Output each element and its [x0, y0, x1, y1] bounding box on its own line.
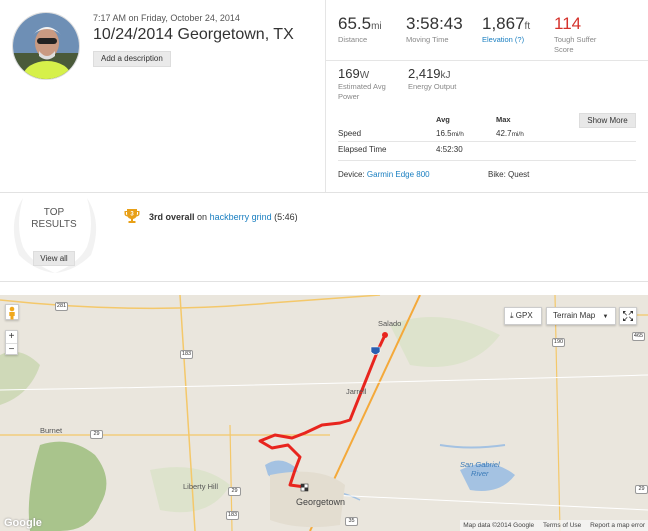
map-label-river: San Gabriel River: [460, 460, 500, 478]
col-max-header: Max: [496, 115, 511, 124]
add-description-button[interactable]: Add a description: [93, 51, 171, 67]
elapsed-time-label: Elapsed Time: [338, 145, 387, 154]
activity-title: 10/24/2014 Georgetown, TX: [93, 26, 294, 43]
stat-power: 169W Estimated Avg Power: [338, 66, 386, 101]
speed-max-value: 42.7: [496, 129, 512, 138]
suffer-score-value: 114: [554, 14, 582, 33]
map-label-burnet: Burnet: [40, 426, 63, 435]
road-shield-35: 35: [345, 517, 358, 526]
distance-unit: mi: [371, 21, 382, 32]
show-more-button[interactable]: Show More: [579, 113, 636, 128]
suffer-score-label-2: Score: [554, 45, 574, 54]
device-info: Device: Garmin Edge 800: [338, 170, 430, 179]
bike-value: Quest: [508, 170, 530, 179]
expand-icon: [623, 311, 633, 321]
bike-info: Bike: Quest: [488, 170, 529, 179]
device-link[interactable]: Garmin Edge 800: [367, 170, 430, 179]
street-view-pegman-icon[interactable]: [5, 304, 19, 320]
gpx-download-button[interactable]: ⤓ GPX: [504, 307, 542, 325]
stats-divider: [326, 60, 648, 61]
athlete-avatar[interactable]: [12, 12, 80, 80]
road-shield-465: 465: [632, 332, 645, 341]
map-label-georgetown: Georgetown: [296, 497, 346, 507]
river-label-1: San Gabriel: [460, 460, 500, 469]
zoom-control: + −: [5, 330, 18, 355]
download-icon: ⤓: [510, 311, 514, 320]
col-avg-header: Avg: [436, 115, 450, 124]
road-shield-183b: 183: [226, 511, 239, 520]
route-map[interactable]: Salado Jarrell Burnet Liberty Hill Georg…: [0, 295, 648, 531]
activity-datetime: 7:17 AM on Friday, October 24, 2014: [93, 13, 240, 23]
map-terrain: [0, 295, 648, 531]
fullscreen-button[interactable]: [619, 307, 637, 325]
top-result-rank: 3rd overall: [149, 212, 195, 222]
stat-distance: 65.5mi Distance: [338, 14, 382, 44]
terms-of-use-link[interactable]: Terms of Use: [543, 522, 581, 529]
table-bottom-divider: [338, 160, 636, 161]
chevron-down-icon: ▼: [602, 314, 609, 320]
view-all-button[interactable]: View all: [33, 251, 75, 266]
distance-value: 65.5: [338, 14, 372, 33]
map-label-liberty-hill: Liberty Hill: [183, 482, 219, 491]
river-label-2: River: [471, 469, 489, 478]
speed-max-unit: mi/h: [511, 131, 524, 138]
speed-label: Speed: [338, 129, 362, 138]
map-label-salado: Salado: [378, 319, 402, 328]
speed-max: 42.7mi/h: [496, 129, 524, 138]
header-divider: [325, 0, 326, 192]
elevation-unit: ft: [524, 21, 531, 32]
segment-link[interactable]: hackberry grind: [210, 212, 272, 222]
distance-label: Distance: [338, 35, 368, 44]
stat-elevation: 1,867ft Elevation (?): [482, 14, 530, 44]
stat-energy: 2,419kJ Energy Output: [408, 66, 456, 91]
map-type-label: Terrain Map: [553, 311, 596, 320]
report-map-error-link[interactable]: Report a map error: [590, 522, 645, 529]
bike-label: Bike:: [488, 170, 506, 179]
top-results-heading-2: RESULTS: [31, 219, 77, 230]
elevation-value: 1,867: [482, 14, 525, 33]
zoom-in-button[interactable]: +: [6, 331, 17, 343]
energy-unit: kJ: [440, 70, 451, 81]
trophy-icon: 3: [124, 209, 140, 223]
table-row-divider: [338, 141, 636, 142]
power-label-2: Power: [338, 92, 360, 101]
suffer-score-label-1: Tough Suffer: [554, 35, 597, 44]
speed-avg-value: 16.5: [436, 129, 452, 138]
google-logo: Google: [4, 517, 42, 529]
speed-avg-unit: mi/h: [451, 131, 464, 138]
road-shield-281: 281: [55, 302, 68, 311]
moving-time-value: 3:58:43: [406, 14, 463, 33]
map-label-jarrell: Jarrell: [346, 387, 367, 396]
speed-avg: 16.5mi/h: [436, 129, 464, 138]
top-result-item: 3rd overall on hackberry grind (5:46): [149, 212, 298, 222]
activity-page: 7:17 AM on Friday, October 24, 2014 10/2…: [0, 0, 648, 531]
road-shield-29b: 29: [228, 487, 241, 496]
moving-time-label: Moving Time: [406, 35, 449, 44]
map-divider: [0, 281, 648, 282]
road-shield-29c: 29: [635, 485, 648, 494]
power-label-1: Estimated Avg: [338, 82, 386, 91]
map-attribution: Map data ©2014 Google Terms of Use Repor…: [460, 520, 648, 531]
energy-value: 2,419: [408, 66, 441, 81]
map-data-credit: Map data ©2014 Google: [463, 522, 535, 529]
device-label: Device:: [338, 170, 365, 179]
zoom-out-button[interactable]: −: [6, 343, 17, 355]
map-type-select[interactable]: Terrain Map ▼: [546, 307, 616, 325]
road-shield-29a: 29: [90, 430, 103, 439]
top-result-time: (5:46): [274, 212, 298, 222]
road-shield-190: 190: [552, 338, 565, 347]
energy-label: Energy Output: [408, 82, 457, 91]
top-results-heading: TOP RESULTS: [22, 207, 86, 231]
power-unit: W: [359, 70, 370, 81]
road-shield-183: 183: [180, 350, 193, 359]
stat-moving-time: 3:58:43 Moving Time: [406, 14, 463, 44]
gpx-label: GPX: [515, 311, 533, 320]
stat-suffer-score[interactable]: 114 Tough Suffer Score: [554, 14, 596, 54]
elapsed-time-value: 4:52:30: [436, 145, 463, 154]
power-value: 169: [338, 66, 360, 81]
top-result-on: on: [197, 212, 208, 222]
elevation-help-link[interactable]: Elevation (?): [482, 35, 530, 44]
top-results-heading-1: TOP: [43, 207, 65, 218]
